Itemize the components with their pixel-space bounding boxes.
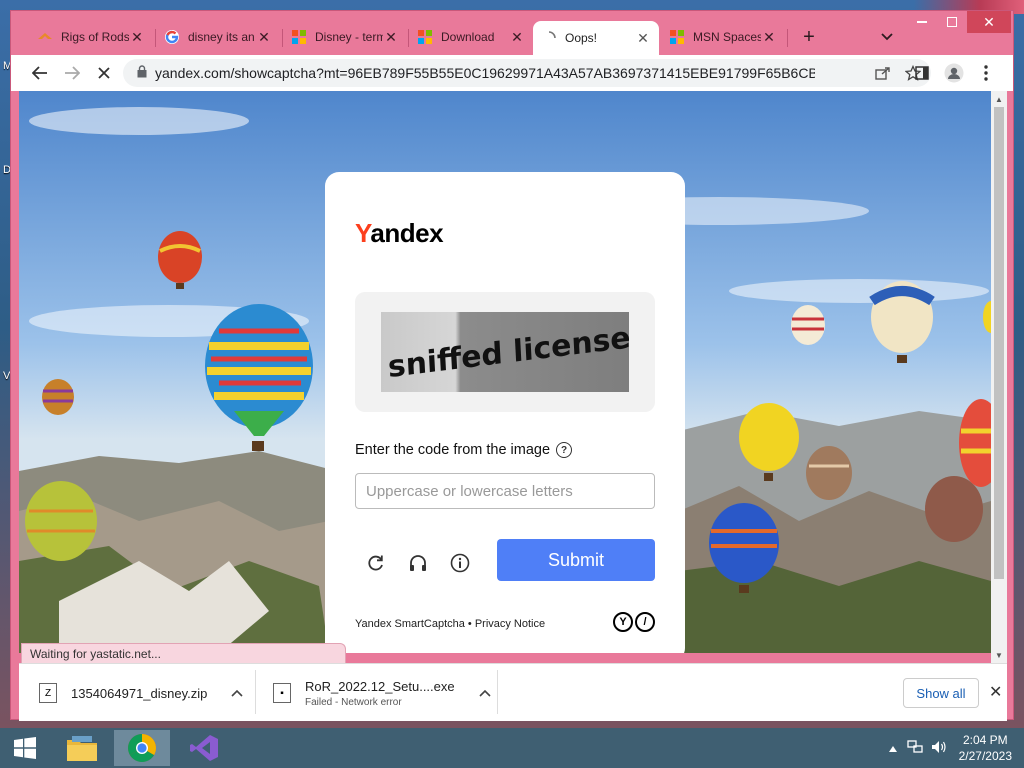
- lock-icon[interactable]: [137, 65, 147, 81]
- google-icon: [164, 29, 180, 45]
- close-tab-icon[interactable]: ✕: [383, 29, 399, 45]
- tab-title: disney its an: [188, 30, 255, 44]
- side-panel-icon[interactable]: [907, 58, 937, 88]
- clock-date: 2/27/2023: [958, 749, 1012, 763]
- status-bubble: Waiting for yastatic.net...: [21, 643, 346, 663]
- captcha-code-input[interactable]: [355, 473, 655, 509]
- file-explorer-icon[interactable]: [54, 730, 110, 766]
- forward-arrow-icon[interactable]: [57, 58, 87, 88]
- exe-file-icon: ▪: [273, 683, 291, 703]
- chevron-up-icon[interactable]: [479, 686, 491, 700]
- microsoft-icon: [291, 29, 307, 45]
- download-status: Failed - Network error: [305, 696, 402, 708]
- tab-title: MSN Spaces: [693, 30, 761, 44]
- yandex-smartcaptcha-logo: Y /: [613, 612, 655, 632]
- close-tab-icon[interactable]: ✕: [635, 30, 651, 46]
- tab-rigs-of-rods[interactable]: Rigs of Rods ✕: [29, 21, 153, 53]
- tab-msn-spaces[interactable]: MSN Spaces ✕: [661, 21, 785, 53]
- microsoft-icon: [669, 29, 685, 45]
- submit-button[interactable]: Submit: [497, 539, 655, 581]
- tab-search-chevron-icon[interactable]: [875, 25, 899, 49]
- minimize-button[interactable]: [907, 11, 937, 33]
- page-scrollbar[interactable]: ▲ ▼: [991, 91, 1007, 663]
- download-filename: 1354064971_disney.zip: [71, 685, 208, 701]
- clock-time: 2:04 PM: [962, 733, 1008, 747]
- tab-disney-terms[interactable]: Disney - term ✕: [283, 21, 407, 53]
- download-item[interactable]: Z 1354064971_disney.zip: [39, 674, 243, 712]
- tab-title: Disney - term: [315, 30, 383, 44]
- close-tab-icon[interactable]: ✕: [129, 29, 145, 45]
- chevron-up-icon[interactable]: [231, 686, 243, 700]
- scrollbar-thumb[interactable]: [994, 107, 1004, 579]
- download-item[interactable]: ▪ RoR_2022.12_Setu....exe Failed - Netwo…: [273, 674, 491, 712]
- browser-window: Rigs of Rods ✕ disney its an ✕ Disney - …: [10, 10, 1014, 721]
- page-content: Yandex sniffed licensee Enter the code f…: [19, 91, 991, 653]
- yandex-logo: Yandex: [355, 218, 444, 248]
- help-question-icon[interactable]: ?: [556, 442, 573, 458]
- chevron-up-icon[interactable]: [888, 741, 897, 755]
- volume-icon[interactable]: [931, 740, 947, 757]
- tab-google-search[interactable]: disney its an ✕: [156, 21, 280, 53]
- close-tab-icon[interactable]: ✕: [761, 29, 777, 45]
- rigs-of-rods-icon: [37, 29, 53, 45]
- system-tray: 2:04 PM 2/27/2023: [888, 728, 1024, 768]
- scroll-up-arrow-icon[interactable]: ▲: [991, 91, 1007, 107]
- refresh-icon[interactable]: [363, 550, 389, 576]
- maximize-button[interactable]: [937, 11, 967, 33]
- zip-file-icon: Z: [39, 683, 57, 703]
- browser-toolbar: yandex.com/showcaptcha?mt=96EB789F55B55E…: [11, 55, 1013, 91]
- share-icon[interactable]: [873, 63, 893, 83]
- network-icon[interactable]: [906, 739, 923, 757]
- tab-title: Rigs of Rods: [61, 30, 129, 44]
- visual-studio-icon[interactable]: [176, 730, 232, 766]
- tab-strip: Rigs of Rods ✕ disney its an ✕ Disney - …: [11, 11, 1013, 55]
- captcha-prompt: Enter the code from the image ?: [355, 442, 573, 458]
- captcha-image-container: sniffed licensee: [355, 292, 655, 412]
- tab-title: Download: [441, 30, 495, 44]
- microsoft-icon: [417, 29, 433, 45]
- taskbar: 2:04 PM 2/27/2023: [0, 728, 1024, 768]
- captcha-prompt-text: Enter the code from the image: [355, 442, 551, 458]
- captcha-image: sniffed licensee: [381, 312, 629, 392]
- start-windows-icon[interactable]: [0, 730, 50, 766]
- clock[interactable]: 2:04 PM 2/27/2023: [959, 732, 1012, 764]
- close-tab-icon[interactable]: ✕: [256, 29, 272, 45]
- url-text: yandex.com/showcaptcha?mt=96EB789F55B55E…: [155, 65, 815, 81]
- new-tab-button[interactable]: +: [797, 25, 821, 49]
- address-bar[interactable]: yandex.com/showcaptcha?mt=96EB789F55B55E…: [123, 59, 931, 87]
- show-all-button[interactable]: Show all: [903, 678, 979, 708]
- tab-download[interactable]: Download ✕: [409, 21, 533, 53]
- yandex-y-icon: Y: [613, 612, 633, 632]
- back-arrow-icon[interactable]: [25, 58, 55, 88]
- profile-avatar-icon[interactable]: [939, 58, 969, 88]
- stop-loading-icon[interactable]: [89, 58, 119, 88]
- download-filename: RoR_2022.12_Setu....exe: [305, 678, 455, 694]
- info-icon[interactable]: [447, 550, 473, 576]
- close-tab-icon[interactable]: ✕: [509, 29, 525, 45]
- downloads-bar: Z 1354064971_disney.zip ▪ RoR_2022.12_Se…: [19, 663, 1007, 721]
- scroll-down-arrow-icon[interactable]: ▼: [991, 647, 1007, 663]
- chrome-icon[interactable]: [114, 730, 170, 766]
- captcha-image-text: sniffed licensee: [387, 317, 629, 386]
- close-downloads-icon[interactable]: ✕: [989, 682, 1002, 702]
- kebab-menu-icon[interactable]: [971, 58, 1001, 88]
- smartcaptcha-icon: /: [635, 612, 655, 632]
- tab-oops-active[interactable]: Oops! ✕: [533, 21, 659, 55]
- tab-title: Oops!: [565, 31, 598, 45]
- audio-headphones-icon[interactable]: [405, 550, 431, 576]
- captcha-card: Yandex sniffed licensee Enter the code f…: [325, 172, 685, 653]
- close-window-button[interactable]: ✕: [967, 11, 1011, 33]
- loading-icon: [541, 30, 557, 46]
- smartcaptcha-footer[interactable]: Yandex SmartCaptcha • Privacy Notice: [355, 618, 545, 630]
